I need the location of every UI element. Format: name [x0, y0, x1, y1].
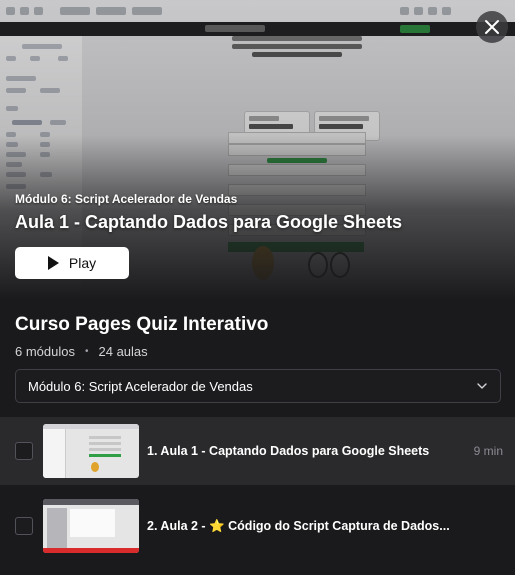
meta-separator: •	[84, 346, 89, 357]
course-title: Curso Pages Quiz Interativo	[15, 314, 269, 335]
lesson-title: 1. Aula 1 - Captando Dados para Google S…	[147, 444, 430, 458]
lesson-thumbnail	[43, 499, 139, 553]
lesson-row[interactable]: 2. Aula 2 - ⭐ Código do Script Captura d…	[0, 492, 515, 560]
module-select[interactable]: Módulo 6: Script Acelerador de Vendas	[15, 369, 501, 403]
close-icon	[485, 20, 499, 34]
hero-lesson-title: Aula 1 - Captando Dados para Google Shee…	[15, 212, 403, 232]
star-emoji: ⭐	[209, 518, 225, 533]
lesson-title: 2. Aula 2 - ⭐ Código do Script Captura d…	[147, 519, 450, 534]
lesson-row[interactable]: 1. Aula 1 - Captando Dados para Google S…	[0, 417, 515, 485]
close-button[interactable]	[476, 11, 508, 43]
lesson-title-rest: Código do Script Captura de Dados...	[228, 518, 450, 533]
lesson-complete-checkbox[interactable]	[15, 442, 33, 460]
play-button-label: Play	[68, 255, 97, 271]
chevron-down-icon	[477, 383, 487, 389]
hero-module-label: Módulo 6: Script Acelerador de Vendas	[15, 192, 238, 206]
module-select-value: Módulo 6: Script Acelerador de Vendas	[28, 378, 253, 394]
course-meta: 6 módulos • 24 aulas	[15, 344, 148, 359]
play-button[interactable]: Play	[15, 247, 129, 279]
lesson-complete-checkbox[interactable]	[15, 517, 33, 535]
lessons-count: 24 aulas	[98, 344, 148, 359]
lesson-duration: 9 min	[473, 444, 503, 458]
play-icon	[47, 256, 59, 270]
lesson-title-prefix: 2. Aula 2 -	[147, 518, 206, 533]
modules-count: 6 módulos	[15, 344, 75, 359]
lesson-thumbnail	[43, 424, 139, 478]
